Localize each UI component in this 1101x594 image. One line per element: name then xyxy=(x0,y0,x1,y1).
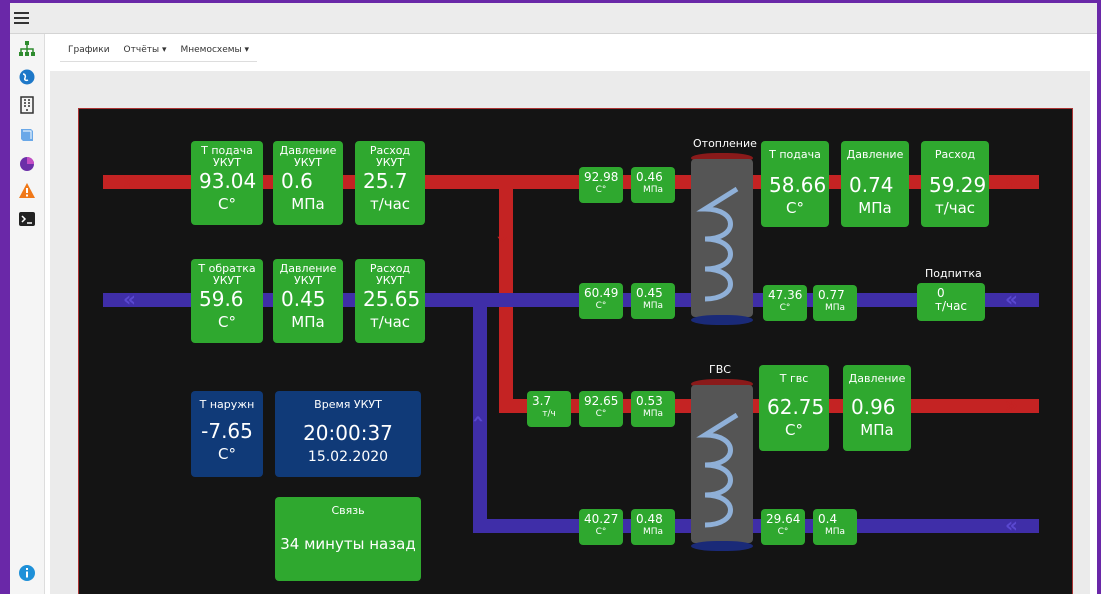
gvs-temp-box: Т гвс 62.75 С° xyxy=(759,365,829,451)
return-up-arrow: › xyxy=(465,414,490,424)
supply-in-arrows: » xyxy=(123,169,136,193)
mnemonic-scheme: » » » « « « › › Отопление ГВС Т подача У… xyxy=(78,108,1073,594)
heating-outret-temp: 47.36 С° xyxy=(763,285,807,321)
coil-icon xyxy=(696,412,739,528)
globe-icon[interactable] xyxy=(18,68,36,86)
gvs-flow: 3.7 т/ч xyxy=(527,391,571,427)
heating-out-arrows: » xyxy=(1005,169,1018,193)
heating-hx-bottom xyxy=(691,315,753,325)
heating-ret-pressure: 0.45 МПа xyxy=(631,283,675,319)
coil-icon xyxy=(696,186,739,302)
heating-in-pressure: 0.46 МПа xyxy=(631,167,675,203)
menu-graphs[interactable]: Графики xyxy=(68,45,110,55)
heating-out-temp-box: Т подача 58.66 С° xyxy=(761,141,829,227)
top-menu: Графики Отчёты ▾ Мнемосхемы ▾ xyxy=(60,39,258,62)
gvs-pressure-box: Давление 0.96 МПа xyxy=(843,365,911,451)
terminal-icon[interactable] xyxy=(18,210,36,228)
connection-box: Связь 34 минуты назад xyxy=(275,497,421,581)
gvs-ret-temp: 40.27 С° xyxy=(579,509,623,545)
supply-temp-box: Т подача УКУТ 93.04 С° xyxy=(191,141,263,225)
menu-mnemoschemes[interactable]: Мнемосхемы ▾ xyxy=(180,45,249,55)
menu-reports[interactable]: Отчёты ▾ xyxy=(124,45,167,55)
makeup-arrows: « xyxy=(1005,287,1018,311)
gvs-out-arrows: » xyxy=(1005,393,1018,417)
outdoor-temp-box: Т наружн -7.65 С° xyxy=(191,391,263,477)
gvs-in-temp: 92.65 С° xyxy=(579,391,623,427)
cold-water-pressure: 0.4 МПа xyxy=(813,509,857,545)
heating-title: Отопление xyxy=(693,137,757,150)
sidebar xyxy=(10,34,45,594)
return-pressure-box: Давление УКУТ 0.45 МПа xyxy=(273,259,343,343)
gvs-ret-pressure: 0.48 МПа xyxy=(631,509,675,545)
supply-flow-box: Расход УКУТ 25.7 т/час xyxy=(355,141,425,225)
app-window: Графики Отчёты ▾ Мнемосхемы ▾ » » » « « … xyxy=(10,3,1097,594)
heating-ret-temp: 60.49 С° xyxy=(579,283,623,319)
supply-down-arrow: › xyxy=(491,234,516,244)
cold-water-arrows: « xyxy=(1005,513,1018,537)
gvs-hx-bottom xyxy=(691,541,753,551)
supply-pressure-box: Давление УКУТ 0.6 МПа xyxy=(273,141,343,225)
cold-water-temp: 29.64 С° xyxy=(761,509,805,545)
return-out-arrows: « xyxy=(123,287,136,311)
top-bar xyxy=(10,3,1097,34)
time-box: Время УКУТ 20:00:37 15.02.2020 xyxy=(275,391,421,477)
building-icon[interactable] xyxy=(18,96,36,114)
gvs-in-pressure: 0.53 МПа xyxy=(631,391,675,427)
pie-chart-icon[interactable] xyxy=(18,154,36,172)
makeup-box: 0 т/час xyxy=(917,283,985,321)
book-icon[interactable] xyxy=(18,126,36,144)
heating-exchanger xyxy=(691,159,753,317)
gvs-exchanger xyxy=(691,385,753,543)
gvs-title: ГВС xyxy=(709,363,731,376)
heating-out-pressure-box: Давление 0.74 МПа xyxy=(841,141,909,227)
makeup-title: Подпитка xyxy=(925,267,982,280)
heating-out-flow-box: Расход 59.29 т/час xyxy=(921,141,989,227)
return-temp-box: Т обратка УКУТ 59.6 С° xyxy=(191,259,263,343)
hamburger-menu-icon[interactable] xyxy=(14,9,36,27)
heating-in-temp: 92.98 С° xyxy=(579,167,623,203)
info-icon[interactable] xyxy=(18,564,36,582)
sitemap-icon[interactable] xyxy=(18,40,36,58)
warning-icon[interactable] xyxy=(18,182,36,200)
return-flow-box: Расход УКУТ 25.65 т/час xyxy=(355,259,425,343)
heating-outret-pressure: 0.77 МПа xyxy=(813,285,857,321)
